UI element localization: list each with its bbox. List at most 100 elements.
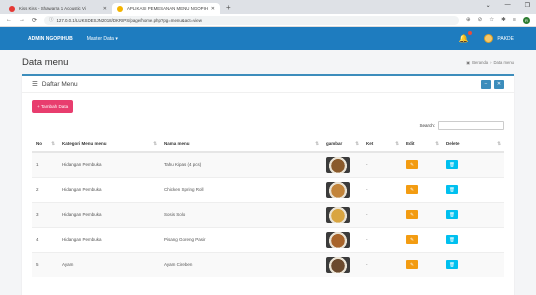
app-header: ADMIN NGOPIHUB Master Data ▾ 🔔 PAKDE: [0, 27, 536, 50]
app-favicon-icon: [117, 5, 123, 12]
header-right: 🔔 PAKDE: [458, 27, 514, 50]
page-header: Data menu ▣ Beranda › Data menu: [22, 50, 514, 74]
cell-ket: -: [362, 176, 402, 202]
cell-gambar: [322, 151, 362, 177]
reading-list-icon[interactable]: ≡: [513, 17, 516, 23]
cell-no: 3: [32, 201, 58, 227]
star-icon[interactable]: ☆: [489, 17, 494, 23]
col-edit[interactable]: Edit ⇅: [402, 136, 442, 153]
col-nama[interactable]: Nama menu ⇅: [160, 136, 322, 153]
table-row: 2 Hidangan Pembuka Chicken Spring Roll -…: [32, 176, 504, 202]
close-box-button[interactable]: ✕: [494, 79, 504, 89]
cell-ket: -: [362, 151, 402, 177]
profile-icon[interactable]: R: [523, 16, 530, 24]
breadcrumb-separator: ›: [490, 59, 492, 65]
cell-no: 5: [32, 251, 58, 277]
menu-image: [326, 206, 350, 223]
url-text: 127.0.0.1/LUKSDESJN2018/DKRIPS/page/home…: [56, 17, 202, 23]
table-row: 3 Hidangan Pembuka Sosis Solo - ✎ 🗑: [32, 201, 504, 227]
cell-kategori: Hidangan Pembuka: [58, 176, 160, 202]
cell-edit: ✎: [402, 251, 442, 277]
zoom-icon[interactable]: ⊕: [466, 17, 471, 23]
cell-nama: Ayam Cireben: [160, 251, 322, 277]
delete-button[interactable]: 🗑: [446, 260, 458, 270]
youtube-icon: [9, 5, 15, 12]
extension-icon[interactable]: ✱: [501, 17, 506, 23]
breadcrumb-home[interactable]: Beranda: [472, 60, 488, 65]
new-tab-icon[interactable]: +: [226, 3, 231, 13]
browser-tab-bar: Kiss Kiss - Shawarra 1 Acoustic Vi ✕ APL…: [0, 0, 536, 14]
add-data-button[interactable]: + Tambah Data: [32, 100, 74, 113]
cell-kategori: Hidangan Pembuka: [58, 201, 160, 227]
cell-delete: 🗑: [442, 226, 504, 252]
box-tools: − ✕: [481, 79, 504, 89]
notification-badge: [468, 31, 473, 35]
chevron-down-icon[interactable]: ⌄: [486, 2, 491, 9]
box-title: ☰ Daftar Menu: [32, 80, 78, 89]
sort-icon: ⇅: [355, 141, 359, 146]
info-icon[interactable]: ⓘ: [49, 17, 53, 23]
minimize-icon[interactable]: —: [505, 2, 511, 9]
cell-edit: ✎: [402, 151, 442, 177]
menu-table: No ⇅ Kategori Menu menu ⇅ Nama menu ⇅ gamba…: [32, 136, 504, 277]
share-icon[interactable]: ⊘: [478, 17, 483, 23]
tab-title: APLIKASI PEMESANAN MENU NGOPIHUB: [127, 6, 208, 11]
reload-icon[interactable]: ⟳: [32, 17, 37, 24]
close-tab-icon[interactable]: ✕: [211, 6, 215, 12]
cell-gambar: [322, 226, 362, 252]
browser-tab-music[interactable]: Kiss Kiss - Shawarra 1 Acoustic Vi ✕: [4, 3, 112, 14]
edit-button[interactable]: ✎: [406, 260, 418, 270]
close-tab-icon[interactable]: ✕: [103, 6, 107, 12]
menu-image: [326, 156, 350, 173]
browser-actions: ⊕ ⊘ ☆ ✱ ≡ R: [466, 16, 530, 24]
menu-image: [326, 231, 350, 248]
edit-button[interactable]: ✎: [406, 185, 418, 194]
cell-nama: Chicken Spring Roll: [160, 176, 322, 202]
delete-button[interactable]: 🗑: [446, 210, 458, 219]
address-bar[interactable]: ⓘ 127.0.0.1/LUKSDESJN2018/DKRIPS/page/ho…: [44, 15, 460, 25]
col-gambar[interactable]: gambar ⇅: [322, 136, 362, 153]
delete-button[interactable]: 🗑: [446, 235, 458, 244]
delete-button[interactable]: 🗑: [446, 185, 458, 194]
page-title: Data menu: [22, 56, 69, 68]
search-input[interactable]: [438, 121, 504, 130]
forward-icon[interactable]: →: [19, 17, 25, 23]
col-no[interactable]: No ⇅: [32, 136, 58, 153]
list-icon: ☰: [32, 81, 38, 88]
sort-icon: ⇅: [51, 141, 55, 146]
edit-button[interactable]: ✎: [406, 235, 418, 244]
cell-nama: Pisang Goreng Pasir: [160, 226, 322, 252]
col-delete[interactable]: Delete ⇅: [442, 136, 504, 153]
sort-icon: ⇅: [395, 141, 399, 146]
brand-logo[interactable]: ADMIN NGOPIHUB: [28, 36, 73, 42]
bell-icon[interactable]: 🔔: [458, 31, 473, 43]
cell-delete: 🗑: [442, 151, 504, 177]
cell-ket: -: [362, 251, 402, 277]
box-title-text: Daftar Menu: [41, 80, 78, 88]
table-row: 1 Hidangan Pembuka Tahu Kipas (4 pcs) - …: [32, 151, 504, 177]
cell-kategori: Ayam: [58, 251, 160, 277]
col-ket[interactable]: Ket ⇅: [362, 136, 402, 153]
back-icon[interactable]: ←: [6, 17, 12, 23]
user-menu[interactable]: PAKDE: [484, 34, 514, 43]
cell-kategori: Hidangan Pembuka: [58, 151, 160, 177]
col-kategori[interactable]: Kategori Menu menu ⇅: [58, 136, 160, 153]
cell-ket: -: [362, 226, 402, 252]
edit-button[interactable]: ✎: [406, 210, 418, 219]
cell-edit: ✎: [402, 176, 442, 202]
user-name: PAKDE: [497, 35, 514, 42]
dashboard-icon: ▣: [466, 59, 471, 65]
browser-tab-app[interactable]: APLIKASI PEMESANAN MENU NGOPIHUB ✕: [112, 3, 220, 14]
sort-icon: ⇅: [315, 141, 319, 146]
cell-edit: ✎: [402, 226, 442, 252]
menu-image: [326, 181, 350, 198]
cell-delete: 🗑: [442, 176, 504, 202]
collapse-button[interactable]: −: [481, 79, 491, 89]
master-data-menu[interactable]: Master Data ▾: [87, 36, 118, 42]
maximize-icon[interactable]: ❐: [525, 2, 530, 9]
delete-button[interactable]: 🗑: [446, 160, 458, 170]
table-row: 4 Hidangan Pembuka Pisang Goreng Pasir -…: [32, 226, 504, 252]
tab-title: Kiss Kiss - Shawarra 1 Acoustic Vi: [19, 6, 86, 11]
edit-button[interactable]: ✎: [406, 160, 418, 170]
cell-no: 2: [32, 176, 58, 202]
